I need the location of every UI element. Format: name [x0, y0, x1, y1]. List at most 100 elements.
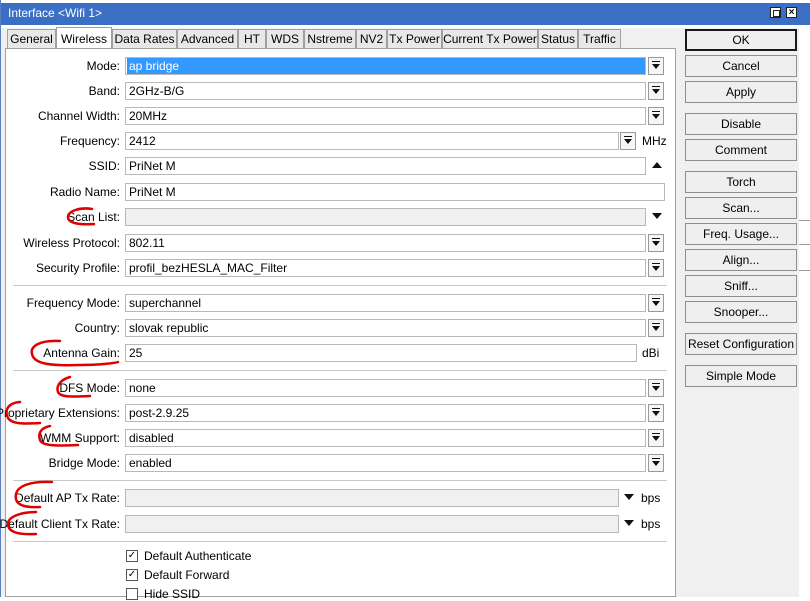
antenna-gain-unit: dBi	[642, 346, 660, 360]
dfs-mode-dropdown-icon[interactable]	[648, 379, 664, 397]
tab-traffic[interactable]: Traffic	[578, 29, 621, 48]
bridge-mode-select[interactable]: enabled	[125, 454, 646, 472]
antenna-gain-label: Antenna Gain:	[43, 346, 120, 360]
disable-button[interactable]: Disable	[685, 113, 797, 135]
radio-name-input[interactable]: PriNet M	[125, 183, 665, 201]
frequency-mode-select[interactable]: superchannel	[125, 294, 646, 312]
interface-window: Interface <Wifi 1> × General Wireless Da…	[0, 0, 810, 601]
separator	[13, 480, 667, 481]
separator	[13, 370, 667, 371]
tab-status[interactable]: Status	[538, 29, 578, 48]
align-button[interactable]: Align...	[685, 249, 797, 271]
separator	[13, 285, 667, 286]
default-authenticate-label: Default Authenticate	[144, 549, 252, 563]
proprietary-extensions-select[interactable]: post-2.9.25	[125, 404, 646, 422]
frequency-dropdown-icon[interactable]	[620, 132, 636, 150]
tab-tx-power[interactable]: Tx Power	[387, 29, 442, 48]
tab-data-rates[interactable]: Data Rates	[112, 29, 177, 48]
dfs-mode-select[interactable]: none	[125, 379, 646, 397]
radio-name-label: Radio Name:	[49, 185, 120, 199]
restore-icon[interactable]	[770, 7, 781, 18]
scan-button[interactable]: Scan...	[685, 197, 797, 219]
title-bar: Interface <Wifi 1> ×	[1, 0, 810, 28]
cancel-button[interactable]: Cancel	[685, 55, 797, 77]
tab-wireless[interactable]: Wireless	[56, 27, 112, 49]
scan-list-label: Scan List:	[67, 210, 120, 224]
separator	[13, 541, 667, 542]
mode-label: Mode:	[86, 59, 120, 73]
band-dropdown-icon[interactable]	[648, 82, 664, 100]
security-profile-select[interactable]: profil_bezHESLA_MAC_Filter	[125, 259, 646, 277]
ssid-input[interactable]: PriNet M	[125, 157, 646, 175]
torch-button[interactable]: Torch	[685, 171, 797, 193]
frequency-mode-dropdown-icon[interactable]	[648, 294, 664, 312]
wmm-support-label: WMM Support:	[39, 431, 120, 445]
default-ap-tx-rate-expand-icon[interactable]	[624, 494, 634, 500]
background-line	[799, 270, 810, 271]
default-ap-tx-rate-input[interactable]	[125, 489, 619, 507]
tab-advanced[interactable]: Advanced	[177, 29, 238, 48]
security-profile-label: Security Profile:	[35, 261, 120, 275]
tab-wds[interactable]: WDS	[266, 29, 304, 48]
ok-button[interactable]: OK	[685, 29, 797, 51]
snooper-button[interactable]: Snooper...	[685, 301, 797, 323]
default-forward-label: Default Forward	[144, 568, 230, 582]
antenna-gain-input[interactable]: 25	[125, 344, 637, 362]
default-client-tx-rate-unit: bps	[641, 517, 661, 531]
country-dropdown-icon[interactable]	[648, 319, 664, 337]
tab-ht[interactable]: HT	[238, 29, 266, 48]
scan-list-expand-icon[interactable]	[652, 213, 662, 219]
tab-general[interactable]: General	[7, 29, 56, 48]
wireless-protocol-label: Wireless Protocol:	[23, 236, 120, 250]
hide-ssid-checkbox[interactable]	[126, 588, 138, 600]
default-ap-tx-rate-unit: bps	[641, 491, 661, 505]
frequency-unit: MHz	[642, 134, 667, 148]
default-forward-checkbox[interactable]: ✓	[126, 569, 138, 581]
mode-dropdown-icon[interactable]	[648, 57, 664, 75]
default-client-tx-rate-expand-icon[interactable]	[624, 520, 634, 526]
ssid-collapse-icon[interactable]	[652, 162, 662, 168]
bridge-mode-dropdown-icon[interactable]	[648, 454, 664, 472]
channel-width-dropdown-icon[interactable]	[648, 107, 664, 125]
bridge-mode-label: Bridge Mode:	[48, 456, 120, 470]
reset-configuration-button[interactable]: Reset Configuration	[685, 333, 797, 355]
dfs-mode-label: DFS Mode:	[59, 381, 120, 395]
band-label: Band:	[88, 84, 120, 98]
ssid-label: SSID:	[88, 159, 120, 173]
hide-ssid-label: Hide SSID	[144, 587, 201, 601]
apply-button[interactable]: Apply	[685, 81, 797, 103]
sniff-button[interactable]: Sniff...	[685, 275, 797, 297]
mode-value: ap bridge	[127, 58, 645, 74]
wireless-protocol-select[interactable]: 802.11	[125, 234, 646, 252]
frequency-label: Frequency:	[59, 134, 120, 148]
freq-usage-button[interactable]: Freq. Usage...	[685, 223, 797, 245]
wmm-support-select[interactable]: disabled	[125, 429, 646, 447]
comment-button[interactable]: Comment	[685, 139, 797, 161]
background-window-edge	[799, 28, 810, 597]
security-profile-dropdown-icon[interactable]	[648, 259, 664, 277]
channel-width-select[interactable]: 20MHz	[125, 107, 646, 125]
simple-mode-button[interactable]: Simple Mode	[685, 365, 797, 387]
channel-width-label: Channel Width:	[37, 109, 120, 123]
default-client-tx-rate-input[interactable]	[125, 515, 619, 533]
close-icon[interactable]: ×	[786, 7, 797, 18]
window-title: Interface <Wifi 1>	[8, 6, 103, 20]
proprietary-extensions-dropdown-icon[interactable]	[648, 404, 664, 422]
country-select[interactable]: slovak republic	[125, 319, 646, 337]
band-select[interactable]: 2GHz-B/G	[125, 82, 646, 100]
default-ap-tx-rate-label: Default AP Tx Rate:	[15, 491, 120, 505]
tab-nv2[interactable]: NV2	[356, 29, 387, 48]
background-line	[799, 220, 810, 221]
proprietary-extensions-label: Proprietary Extensions:	[0, 406, 120, 420]
frequency-select[interactable]: 2412	[125, 132, 619, 150]
wireless-protocol-dropdown-icon[interactable]	[648, 234, 664, 252]
mode-select[interactable]: ap bridge	[125, 57, 646, 75]
title-strip	[1, 3, 810, 25]
tab-nstreme[interactable]: Nstreme	[304, 29, 356, 48]
scan-list-input[interactable]	[125, 208, 646, 226]
default-authenticate-checkbox[interactable]: ✓	[126, 550, 138, 562]
background-line	[799, 244, 810, 245]
wmm-support-dropdown-icon[interactable]	[648, 429, 664, 447]
tab-current-tx-power[interactable]: Current Tx Power	[442, 29, 538, 48]
country-label: Country:	[74, 321, 120, 335]
